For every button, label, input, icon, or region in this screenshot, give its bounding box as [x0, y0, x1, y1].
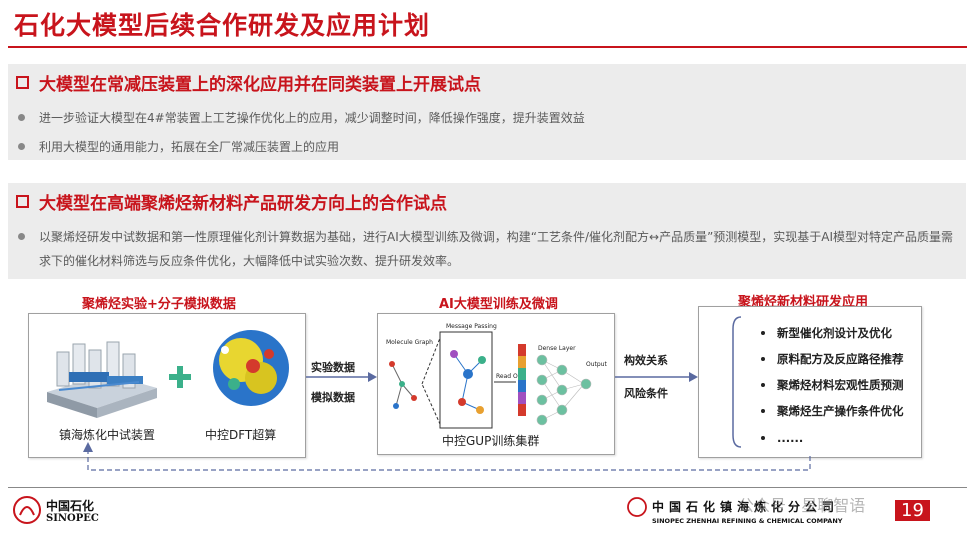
- bullet-item: 进一步验证大模型在4#常装置上工艺操作优化上的应用，减少调整时间，降低操作强度，…: [18, 109, 585, 126]
- plus-icon: [169, 366, 191, 388]
- bullet-text: 以聚烯烃研发中试数据和第一性原理催化剂计算数据为基础，进行AI大模型训练及微调，…: [39, 230, 954, 268]
- watermark: 公众号 · 星聊智语: [738, 496, 866, 515]
- bullet-dot-icon: [761, 409, 765, 413]
- section-2-panel: 大模型在高端聚烯烃新材料产品研发方向上的合作试点 以聚烯烃研发中试数据和第一性原…: [8, 183, 966, 279]
- list-brace-icon: [732, 316, 742, 448]
- section-2-heading: 大模型在高端聚烯烃新材料产品研发方向上的合作试点: [39, 194, 447, 214]
- bullet-dot-icon: [761, 383, 765, 387]
- molecule-cluster-icon: [213, 330, 289, 406]
- bullet-dot-icon: [18, 143, 25, 150]
- bullet-text: 进一步验证大模型在4#常装置上工艺操作优化上的应用，减少调整时间，降低操作强度，…: [39, 111, 585, 125]
- application-item: 原料配方及反应路径推荐: [761, 351, 904, 367]
- bullet-dot-icon: [18, 114, 25, 121]
- feedback-loop-arrow-icon: [83, 442, 811, 471]
- graph-label: Molecule Graph: [386, 339, 433, 346]
- data-source-box: 镇海炼化中试装置 中控DFT超算: [28, 313, 306, 458]
- right-logo-en: SINOPEC ZHENHAI REFINING & CHEMICAL COMP…: [652, 517, 843, 525]
- sinopec-logo-icon: [13, 496, 41, 524]
- ai-training-label: AI大模型训练及微调: [439, 297, 558, 312]
- left-logo-cn: 中国石化: [46, 499, 95, 513]
- zhenhai-logo-icon: [627, 497, 647, 517]
- pilot-plant-icon: [47, 341, 157, 418]
- bullet-dot-icon: [761, 357, 765, 361]
- structure-activity-label: 构效关系: [624, 354, 668, 367]
- application-item: 聚烯烃材料宏观性质预测: [761, 377, 904, 393]
- square-bullet-icon: [16, 195, 29, 208]
- application-item: 聚烯烃生产操作条件优化: [761, 403, 904, 419]
- title-divider: [8, 46, 967, 48]
- section-1-panel: 大模型在常减压装置上的深化应用并在同类装置上开展试点 进一步验证大模型在4#常装…: [8, 64, 966, 160]
- application-box: 新型催化剂设计及优化 原料配方及反应路径推荐 聚烯烃材料宏观性质预测 聚烯烃生产…: [698, 306, 922, 458]
- flow-arrow-2-icon: [615, 372, 698, 382]
- output-label: Output: [586, 361, 607, 368]
- section-2-header: 大模型在高端聚烯烃新材料产品研发方向上的合作试点: [16, 189, 447, 214]
- simulation-data-label: 模拟数据: [311, 391, 355, 404]
- square-bullet-icon: [16, 76, 29, 89]
- molecule-graph-icon: [389, 361, 417, 409]
- left-logo-en: SINOPEC: [46, 513, 99, 524]
- bullet-text: 利用大模型的通用能力，拓展在全厂常减压装置上的应用: [39, 140, 340, 154]
- slide-title: 石化大模型后续合作研发及应用计划: [14, 11, 431, 40]
- footer-divider: [8, 487, 967, 488]
- bullet-item: 以聚烯烃研发中试数据和第一性原理催化剂计算数据为基础，进行AI大模型训练及微调，…: [18, 225, 958, 273]
- bullet-item: 利用大模型的通用能力，拓展在全厂常减压装置上的应用: [18, 138, 339, 155]
- section-1-header: 大模型在常减压装置上的深化应用并在同类装置上开展试点: [16, 70, 481, 95]
- section-1-heading: 大模型在常减压装置上的深化应用并在同类装置上开展试点: [39, 75, 481, 95]
- dense-label: Dense Layer: [538, 345, 576, 352]
- bullet-dot-icon: [761, 331, 765, 335]
- bullet-dot-icon: [18, 233, 25, 240]
- message-label: Message Passing: [446, 323, 497, 330]
- page-number: 19: [895, 500, 930, 521]
- data-source-label: 聚烯烃实验+分子模拟数据: [82, 297, 236, 312]
- application-item: 新型催化剂设计及优化: [761, 325, 892, 341]
- readout-vector-icon: [518, 344, 526, 416]
- dense-layer-icon: [536, 354, 592, 426]
- risk-condition-label: 风险条件: [624, 387, 668, 400]
- experiment-data-label: 实验数据: [311, 361, 355, 374]
- ai-training-box: Molecule Graph Message Passing Read Out …: [377, 313, 615, 455]
